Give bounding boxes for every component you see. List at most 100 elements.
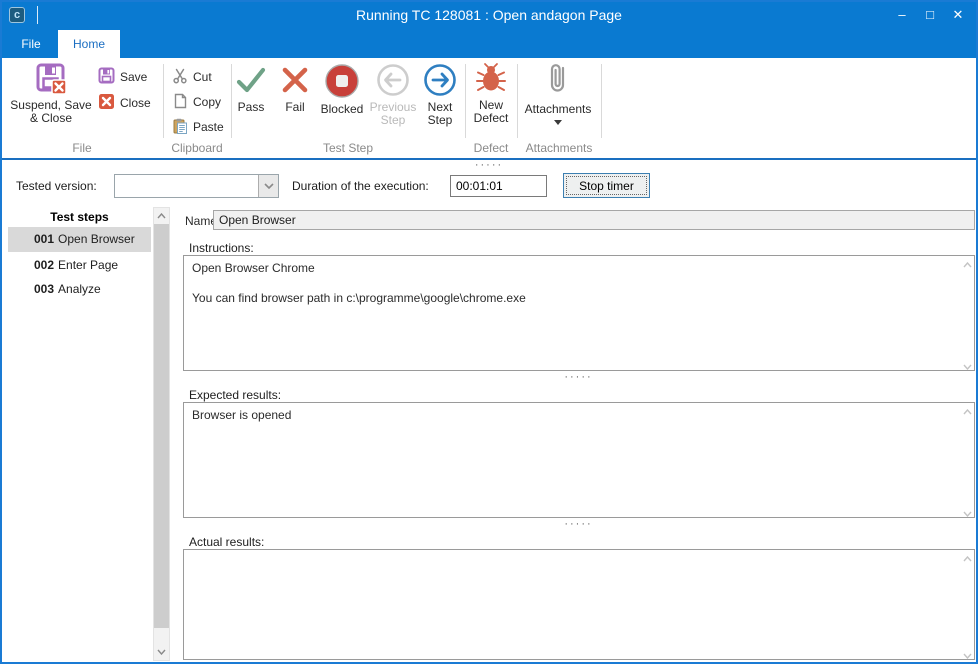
stop-timer-button[interactable]: Stop timer xyxy=(563,173,650,198)
next-step-label-2: Step xyxy=(418,114,462,127)
step-name-input[interactable] xyxy=(213,210,975,230)
splitter-dots-icon[interactable]: ····· xyxy=(2,160,976,170)
attachments-group-label: Attachments xyxy=(518,141,600,155)
scroll-down-hint-icon[interactable] xyxy=(963,506,972,520)
cut-button[interactable]: Cut xyxy=(172,68,212,86)
next-arrow-icon xyxy=(422,87,458,101)
chevron-down-icon xyxy=(264,183,274,189)
new-defect-button[interactable]: New Defect xyxy=(467,62,515,125)
teststep-group-label: Test Step xyxy=(232,141,464,155)
instructions-textarea[interactable]: Open Browser Chrome You can find browser… xyxy=(183,255,975,371)
pass-button[interactable]: Pass xyxy=(228,62,274,114)
splitter-dots-icon[interactable]: ····· xyxy=(181,372,976,382)
ribbon-tab-row: File Home xyxy=(0,30,978,58)
step-number: 002 xyxy=(34,258,54,272)
tab-file[interactable]: File xyxy=(8,30,54,58)
suspend-save-close-button[interactable]: Suspend, Save & Close xyxy=(8,62,94,125)
duration-label: Duration of the execution: xyxy=(292,179,429,193)
defect-group-label: Defect xyxy=(466,141,516,155)
close-window-button[interactable]: ✕ xyxy=(944,0,972,30)
blocked-label: Blocked xyxy=(316,103,368,116)
main-area: Test steps 001 Open Browser 002 Enter Page… xyxy=(2,206,976,662)
tab-home[interactable]: Home xyxy=(58,30,120,58)
group-separator xyxy=(517,64,518,138)
step-item-002[interactable]: 002 Enter Page xyxy=(8,253,151,278)
scroll-up-hint-icon[interactable] xyxy=(963,551,972,565)
scroll-up-hint-icon[interactable] xyxy=(963,404,972,418)
save-button[interactable]: Save xyxy=(98,68,147,86)
expected-results-textarea[interactable]: Browser is opened xyxy=(183,402,975,518)
paste-button[interactable]: Paste xyxy=(172,118,224,136)
instructions-label: Instructions: xyxy=(189,241,254,255)
fail-label: Fail xyxy=(274,101,316,114)
copy-button[interactable]: Copy xyxy=(172,93,221,111)
scroll-up-icon[interactable] xyxy=(154,208,169,224)
splitter-dots-icon[interactable]: ····· xyxy=(181,519,976,529)
cut-label: Cut xyxy=(193,70,212,84)
actual-results-label: Actual results: xyxy=(189,535,264,549)
minimize-button[interactable]: – xyxy=(888,0,916,30)
group-separator xyxy=(601,64,602,138)
blocked-button[interactable]: Blocked xyxy=(316,62,368,116)
combo-dropdown-button[interactable] xyxy=(258,175,278,197)
ribbon: Suspend, Save & Close Save Close xyxy=(2,58,976,160)
step-detail-panel: Name: Instructions: Open Browser Chrome … xyxy=(181,206,976,662)
attachments-button[interactable]: Attachments xyxy=(519,60,597,125)
save-icon xyxy=(98,67,115,87)
attachments-label: Attachments xyxy=(519,103,597,116)
close-icon xyxy=(98,93,115,113)
step-number: 003 xyxy=(34,282,54,296)
steps-scrollbar[interactable] xyxy=(153,207,170,661)
duration-input[interactable] xyxy=(450,175,547,197)
suspend-save-icon xyxy=(34,85,68,99)
previous-step-button: Previous Step xyxy=(368,62,418,127)
suspend-save-close-label-2: & Close xyxy=(8,112,94,125)
previous-arrow-icon xyxy=(375,87,411,101)
step-label: Analyze xyxy=(58,282,101,296)
step-label: Open Browser xyxy=(58,232,135,246)
attachments-dropdown-icon[interactable] xyxy=(554,120,562,125)
step-item-001[interactable]: 001 Open Browser xyxy=(8,227,151,252)
close-button[interactable]: Close xyxy=(98,94,151,112)
next-step-button[interactable]: Next Step xyxy=(418,62,462,127)
pass-check-icon xyxy=(233,87,269,101)
group-separator xyxy=(465,64,466,138)
test-steps-panel: Test steps 001 Open Browser 002 Enter Page… xyxy=(8,206,170,662)
group-separator xyxy=(163,64,164,138)
fail-button[interactable]: Fail xyxy=(274,62,316,114)
tested-version-combobox[interactable] xyxy=(114,174,279,198)
tested-version-label: Tested version: xyxy=(16,179,97,193)
scroll-down-icon[interactable] xyxy=(154,644,169,660)
new-defect-label-2: Defect xyxy=(467,112,515,125)
paste-label: Paste xyxy=(193,120,224,134)
cut-icon xyxy=(172,68,188,87)
test-steps-title: Test steps xyxy=(8,210,151,224)
step-label: Enter Page xyxy=(58,258,118,272)
previous-step-label-2: Step xyxy=(368,114,418,127)
actual-results-textarea[interactable] xyxy=(183,549,975,660)
blocked-stop-icon xyxy=(323,89,361,103)
scroll-down-hint-icon[interactable] xyxy=(963,359,972,373)
paperclip-icon xyxy=(541,89,575,103)
step-item-003[interactable]: 003 Analyze xyxy=(8,277,151,302)
bug-icon xyxy=(474,85,508,99)
pass-label: Pass xyxy=(228,101,274,114)
app-window: c Running TC 128081 : Open andagon Page … xyxy=(0,0,978,664)
save-label: Save xyxy=(120,70,147,84)
scroll-up-hint-icon[interactable] xyxy=(963,257,972,271)
paste-icon xyxy=(172,118,188,137)
maximize-button[interactable]: □ xyxy=(916,0,944,30)
copy-icon xyxy=(172,93,188,112)
clipboard-group-label: Clipboard xyxy=(164,141,230,155)
copy-label: Copy xyxy=(193,95,221,109)
step-number: 001 xyxy=(34,232,54,246)
file-group-label: File xyxy=(2,141,162,155)
close-label: Close xyxy=(120,96,151,110)
fail-x-icon xyxy=(277,87,313,101)
scroll-down-hint-icon[interactable] xyxy=(963,648,972,662)
expected-results-label: Expected results: xyxy=(189,388,281,402)
scrollbar-thumb[interactable] xyxy=(154,224,169,628)
execution-bar: ····· Tested version: Duration of the ex… xyxy=(2,160,976,206)
titlebar: c Running TC 128081 : Open andagon Page … xyxy=(0,0,978,30)
window-title: Running TC 128081 : Open andagon Page xyxy=(0,0,978,30)
